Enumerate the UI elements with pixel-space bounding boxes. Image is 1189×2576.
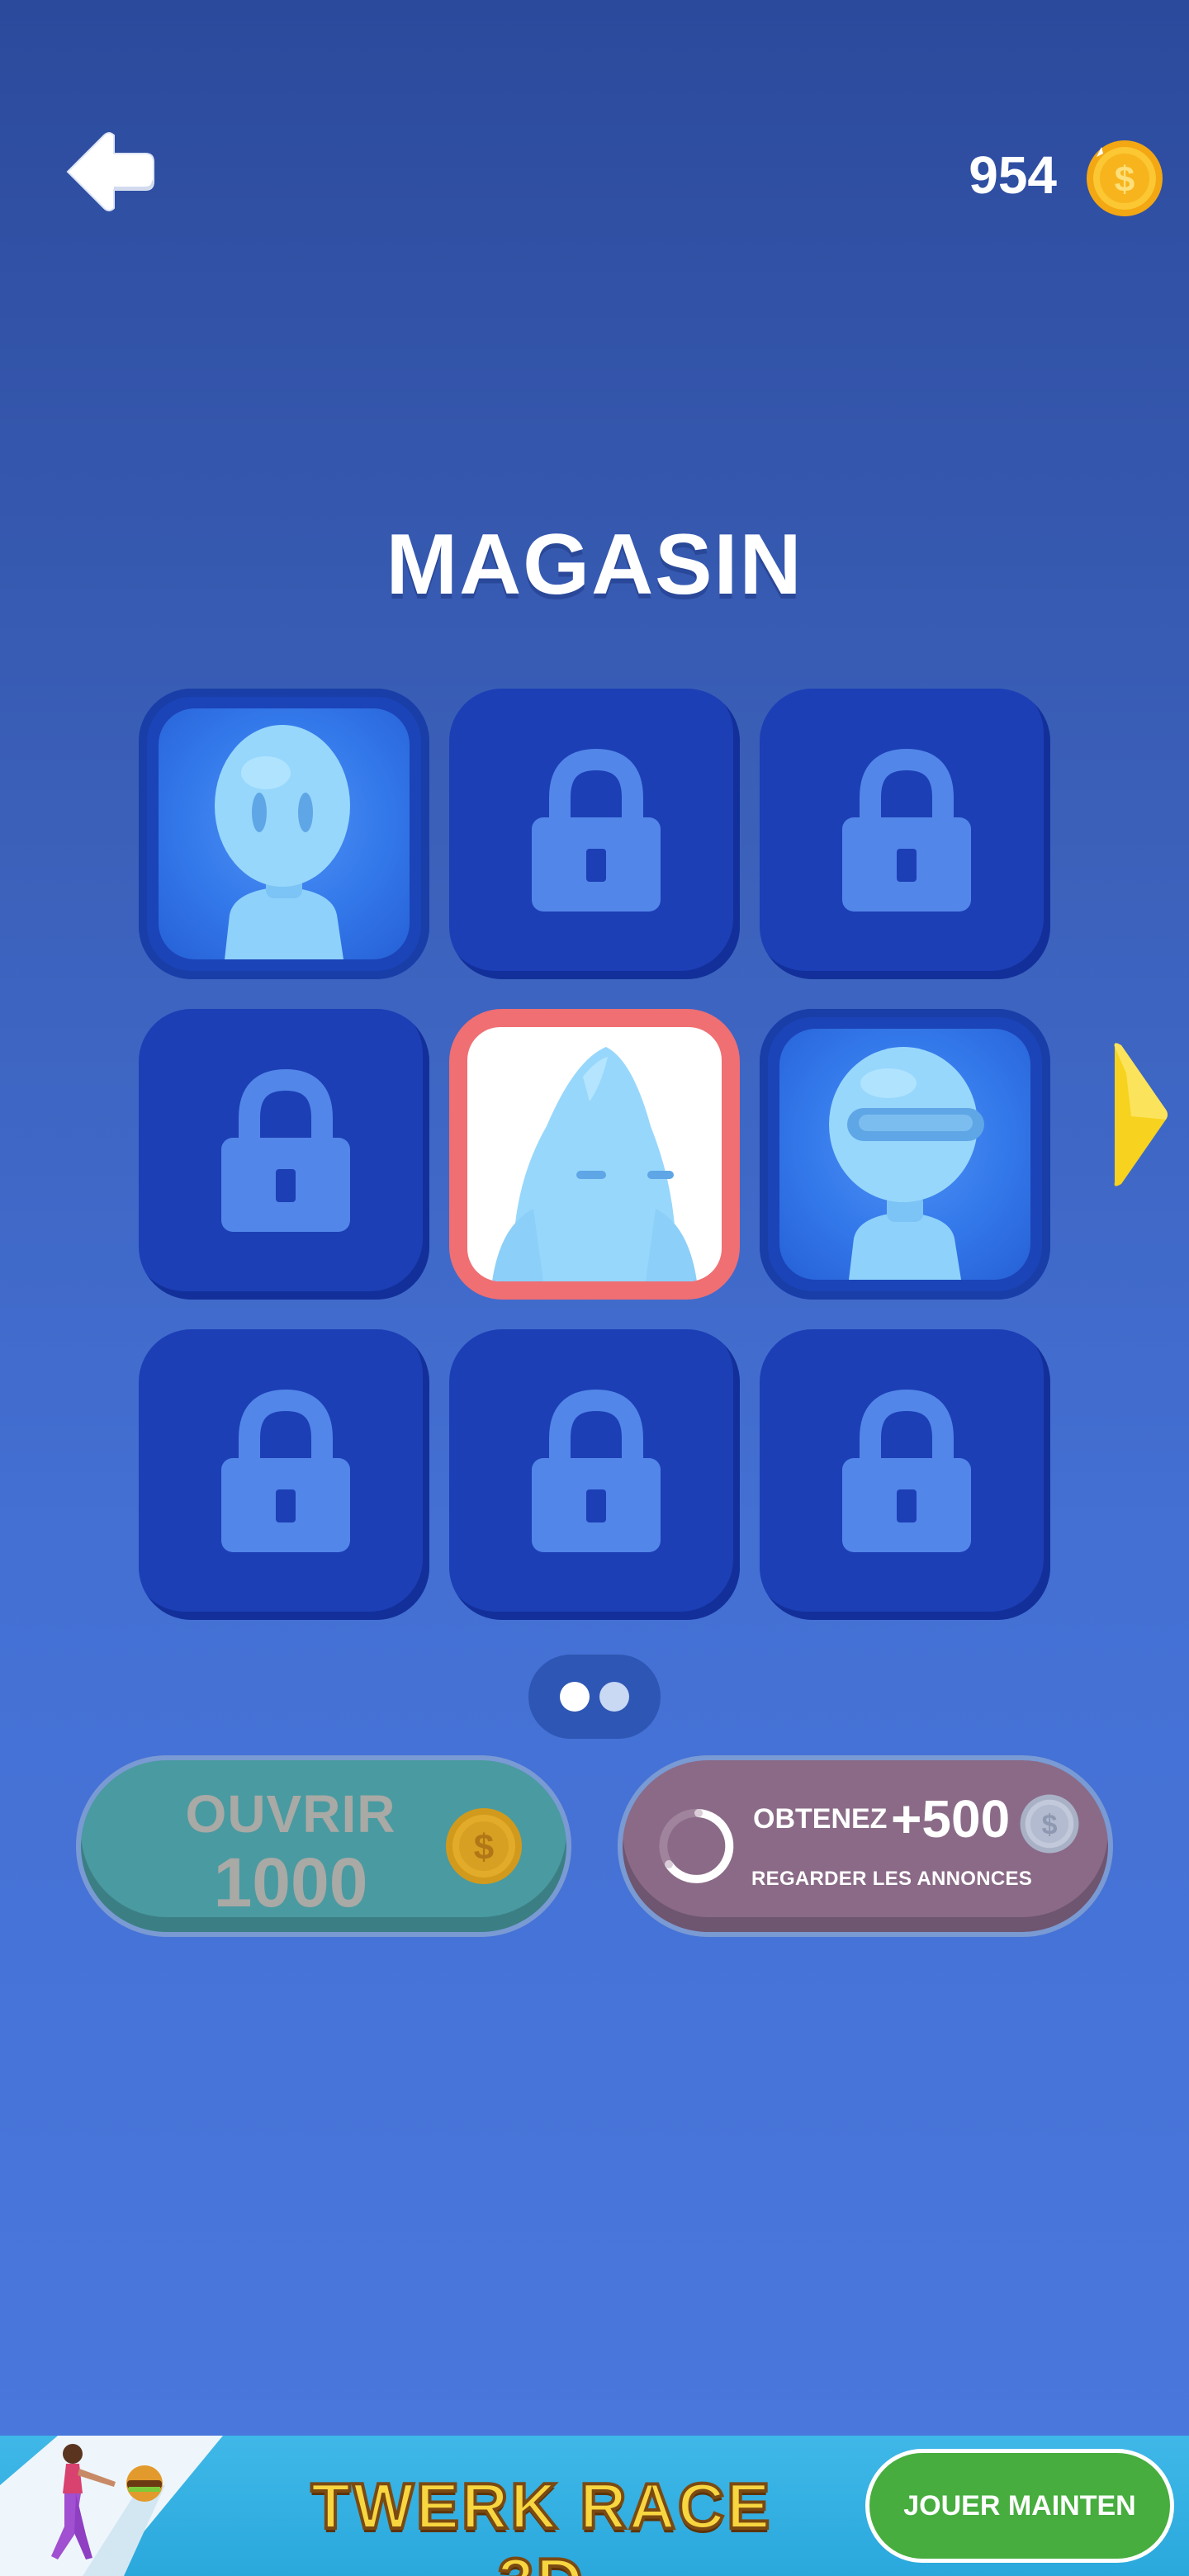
ad-reward-amount: +500 bbox=[891, 1789, 1011, 1849]
character-plain-humanoid bbox=[215, 725, 350, 959]
banner-runner-image bbox=[0, 2436, 223, 2576]
lock-icon bbox=[221, 1389, 350, 1552]
page-dot[interactable] bbox=[599, 1682, 629, 1712]
locked-tile[interactable] bbox=[760, 689, 1050, 979]
coin-icon: $ bbox=[1087, 140, 1163, 216]
locked-tile[interactable] bbox=[139, 1009, 429, 1300]
coin-icon: $ bbox=[446, 1808, 522, 1884]
locked-tile[interactable] bbox=[449, 689, 740, 979]
lock-icon bbox=[221, 1068, 350, 1232]
page-dot-active[interactable] bbox=[560, 1682, 590, 1712]
character-tile[interactable] bbox=[760, 1009, 1050, 1300]
locked-tile[interactable] bbox=[449, 1329, 740, 1620]
coin-balance: 954 bbox=[969, 145, 1057, 205]
character-hooded-ghost bbox=[492, 1047, 697, 1281]
open-button[interactable]: OUVRIR 1000 $ bbox=[76, 1755, 571, 1937]
svg-text:$: $ bbox=[474, 1827, 494, 1868]
chevron-right-icon[interactable] bbox=[1110, 1040, 1171, 1189]
locked-tile[interactable] bbox=[760, 1329, 1050, 1620]
selected-tile[interactable] bbox=[449, 1009, 740, 1300]
character-tile[interactable] bbox=[139, 689, 429, 979]
ad-sub-label: REGARDER LES ANNONCES bbox=[751, 1868, 1033, 1890]
ad-banner[interactable]: TWERK RACE 3D JOUER MAINTEN bbox=[0, 2436, 1189, 2576]
back-button[interactable] bbox=[63, 129, 155, 215]
lock-icon bbox=[842, 1389, 971, 1552]
loading-spinner-icon bbox=[659, 1808, 734, 1883]
page-indicator bbox=[528, 1655, 661, 1739]
back-arrow-icon bbox=[66, 132, 154, 211]
coin-icon: $ bbox=[1020, 1794, 1079, 1854]
ad-get-label: OBTENEZ bbox=[753, 1803, 888, 1835]
locked-tile[interactable] bbox=[139, 1329, 429, 1620]
lock-icon bbox=[532, 748, 661, 912]
page-title: MAGASIN bbox=[386, 517, 803, 613]
svg-text:$: $ bbox=[1042, 1809, 1058, 1840]
character-visor-humanoid bbox=[829, 1047, 984, 1280]
character-grid bbox=[139, 689, 1050, 1622]
svg-text:$: $ bbox=[1115, 159, 1135, 200]
play-now-button[interactable]: JOUER MAINTEN bbox=[865, 2449, 1174, 2563]
watch-ad-button[interactable]: OBTENEZ +500 $ REGARDER LES ANNONCES bbox=[618, 1755, 1113, 1937]
lock-icon bbox=[842, 748, 971, 912]
banner-game-title: TWERK RACE 3D bbox=[310, 2468, 773, 2576]
lock-icon bbox=[532, 1389, 661, 1552]
